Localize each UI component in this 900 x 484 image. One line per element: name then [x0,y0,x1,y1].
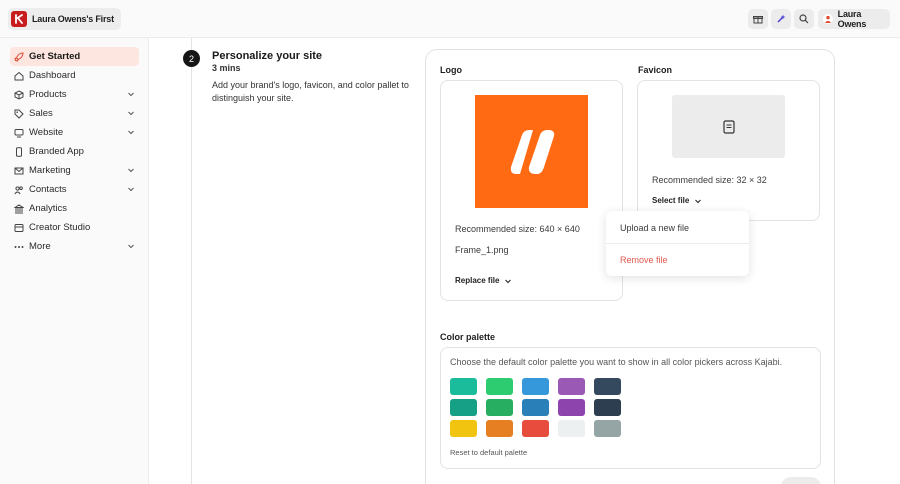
sidebar-item-products[interactable]: Products [10,85,139,104]
sidebar-item-analytics[interactable]: Analytics [10,199,139,218]
rocket-icon [14,51,24,62]
favicon-placeholder [672,95,785,158]
logo-preview [475,95,588,208]
color-swatch[interactable] [594,378,621,395]
color-swatch[interactable] [522,399,549,416]
sidebar-item-more[interactable]: More [10,237,139,256]
sparkle-icon[interactable] [771,9,791,29]
chevron-down-icon [505,279,512,283]
logo-filename: Frame_1.png [455,245,509,255]
chevron-down-icon [128,187,134,192]
color-swatch[interactable] [486,420,513,437]
sidebar-item-label: Marketing [29,165,71,176]
color-swatch[interactable] [486,378,513,395]
chevron-down-icon [128,130,134,135]
color-swatch[interactable] [450,420,477,437]
sidebar-item-label: Creator Studio [29,222,91,233]
site-switcher[interactable]: Laura Owens's First [8,8,121,30]
sidebar-item-label: Analytics [29,203,68,214]
sidebar-item-contacts[interactable]: Contacts [10,180,139,199]
logo-section-label: Logo [440,65,462,75]
sidebar-item-label: Contacts [29,184,67,195]
step-timeline [191,38,192,484]
user-name: Laura Owens [837,9,867,29]
top-bar: Laura Owens's First Laura Owens [0,0,900,38]
sidebar-item-branded-app[interactable]: Branded App [10,142,139,161]
favicon-recommended-size: Recommended size: 32 × 32 [652,175,767,185]
chevron-down-icon [128,244,134,249]
step-number-badge: 2 [183,50,200,67]
color-swatch[interactable] [558,378,585,395]
palette-section-label: Color palette [440,332,496,342]
sidebar-item-website[interactable]: Website [10,123,139,142]
remove-file-item[interactable]: Remove file [620,255,668,265]
step-duration: 3 mins [212,63,241,73]
sidebar-item-get-started[interactable]: Get Started [10,47,139,66]
color-swatch[interactable] [558,399,585,416]
mail-icon [14,166,24,176]
home-icon [14,71,24,81]
phone-icon [14,146,24,157]
color-swatch[interactable] [522,378,549,395]
file-actions-menu: Upload a new file Remove file [606,211,749,276]
upload-new-file-item[interactable]: Upload a new file [620,223,689,233]
chevron-down-icon [695,199,702,203]
sidebar-item-label: Get Started [29,51,81,62]
search-icon[interactable] [794,9,814,29]
color-swatch[interactable] [594,399,621,416]
step-title: Personalize your site [212,50,323,62]
film-icon [14,223,24,233]
monitor-icon [14,128,24,138]
favicon-section-label: Favicon [638,65,673,75]
box-icon [14,89,24,100]
bank-icon [14,203,24,214]
sidebar-item-sales[interactable]: Sales [10,104,139,123]
site-name: Laura Owens's First [32,14,114,24]
color-swatch[interactable] [486,399,513,416]
users-icon [14,185,24,195]
logo-recommended-size: Recommended size: 640 × 640 [455,224,580,234]
user-menu[interactable]: Laura Owens [818,9,890,29]
sidebar-item-label: Website [29,127,64,138]
color-swatch[interactable] [522,420,549,437]
tag-icon [14,109,24,119]
avatar [823,14,833,24]
file-icon [722,119,735,134]
color-swatch[interactable] [558,420,585,437]
replace-file-button[interactable]: Replace file [455,276,512,285]
color-swatch[interactable] [594,420,621,437]
sidebar-item-marketing[interactable]: Marketing [10,161,139,180]
sidebar-item-label: More [29,241,51,252]
step-description: Add your brand's logo, favicon, and colo… [212,80,409,103]
select-file-button[interactable]: Select file [652,196,702,205]
sidebar-item-label: Sales [29,108,53,119]
reset-palette-link[interactable]: Reset to default palette [450,448,527,457]
palette-description: Choose the default color palette you wan… [450,357,783,367]
kajabi-logo-icon [11,11,27,27]
brand-logo-icon [510,129,554,174]
sidebar-item-label: Branded App [29,146,84,157]
gift-icon[interactable] [748,9,768,29]
select-file-label: Select file [652,196,690,205]
sidebar-item-label: Dashboard [29,70,76,81]
color-swatch[interactable] [450,399,477,416]
chevron-down-icon [128,111,134,116]
sidebar-item-dashboard[interactable]: Dashboard [10,66,139,85]
save-button[interactable] [781,477,821,484]
sidebar-item-creator-studio[interactable]: Creator Studio [10,218,139,237]
replace-file-label: Replace file [455,276,500,285]
chevron-down-icon [128,168,134,173]
color-swatch[interactable] [450,378,477,395]
chevron-down-icon [128,92,134,97]
dots-icon [14,242,24,252]
sidebar-item-label: Products [29,89,67,100]
menu-divider [606,243,749,244]
